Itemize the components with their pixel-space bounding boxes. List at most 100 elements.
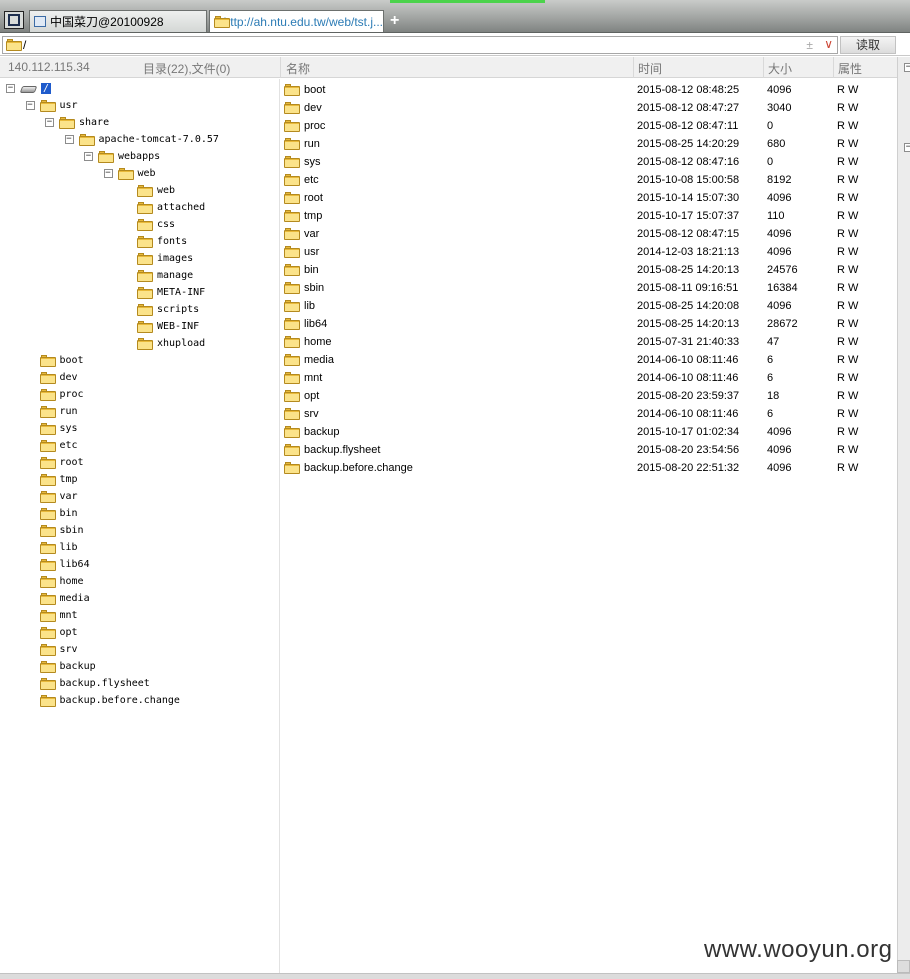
tree-node-label[interactable]: apache-tomcat-7.0.57 [99, 134, 219, 145]
tree-node[interactable]: srv [39, 641, 78, 658]
tree-node-label[interactable]: run [60, 406, 78, 417]
column-size[interactable]: 大小 [768, 60, 792, 77]
read-button[interactable]: 读取 [840, 36, 896, 54]
tree-node[interactable]: media [39, 590, 90, 607]
tree-node[interactable]: lib [39, 539, 78, 556]
file-row[interactable]: run 2015-08-25 14:20:29 680 R W [281, 135, 897, 153]
tree-node[interactable]: etc [39, 437, 78, 454]
tree-node-label[interactable]: boot [60, 355, 84, 366]
tree-node-label[interactable]: META-INF [157, 287, 205, 298]
file-row[interactable]: dev 2015-08-12 08:47:27 3040 R W [281, 99, 897, 117]
tree-node-label[interactable]: css [157, 219, 175, 230]
file-row[interactable]: root 2015-10-14 15:07:30 4096 R W [281, 189, 897, 207]
file-row[interactable]: tmp 2015-10-17 15:07:37 110 R W [281, 207, 897, 225]
file-row[interactable]: var 2015-08-12 08:47:15 4096 R W [281, 225, 897, 243]
file-row[interactable]: srv 2014-06-10 08:11:46 6 R W [281, 405, 897, 423]
tree-node-label[interactable]: backup [60, 661, 96, 672]
file-row[interactable]: bin 2015-08-25 14:20:13 24576 R W [281, 261, 897, 279]
tree-node[interactable]: scripts [137, 301, 199, 318]
tree-node-label[interactable]: attached [157, 202, 205, 213]
tree-node[interactable]: xhupload [137, 335, 205, 352]
tree-node-label[interactable]: web [138, 168, 156, 179]
file-row[interactable]: opt 2015-08-20 23:59:37 18 R W [281, 387, 897, 405]
tree-node[interactable]: run [39, 403, 78, 420]
tree-node[interactable]: var [39, 488, 78, 505]
tree-node-label[interactable]: proc [60, 389, 84, 400]
tree-node-label[interactable]: dev [60, 372, 78, 383]
tree-node[interactable]: tmp [39, 471, 78, 488]
tree-node[interactable]: − / [6, 80, 52, 97]
tree-node[interactable]: fonts [137, 233, 187, 250]
file-row[interactable]: media 2014-06-10 08:11:46 6 R W [281, 351, 897, 369]
tab-file-manager[interactable]: http://ah.ntu.edu.tw/web/tst.j... [209, 10, 384, 32]
tree-node[interactable]: manage [137, 267, 193, 284]
tree-node[interactable]: dev [39, 369, 78, 386]
column-divider[interactable] [763, 57, 764, 78]
tree-node-label[interactable]: sbin [60, 525, 84, 536]
column-divider[interactable] [280, 57, 281, 78]
tree-node-label[interactable]: xhupload [157, 338, 205, 349]
tree-node-label[interactable]: scripts [157, 304, 199, 315]
tree-node-label[interactable]: var [60, 491, 78, 502]
file-row[interactable]: mnt 2014-06-10 08:11:46 6 R W [281, 369, 897, 387]
file-row[interactable]: sys 2015-08-12 08:47:16 0 R W [281, 153, 897, 171]
app-menu-button[interactable] [4, 11, 24, 29]
file-row[interactable]: boot 2015-08-12 08:48:25 4096 R W [281, 81, 897, 99]
tab-main[interactable]: 中国菜刀@20100928 [29, 10, 207, 32]
tree-node[interactable]: backup [39, 658, 96, 675]
new-tab-button[interactable]: + [390, 12, 399, 30]
tree-node-label[interactable]: fonts [157, 236, 187, 247]
tree-node-label[interactable]: webapps [118, 151, 160, 162]
tree-node-label[interactable]: backup.flysheet [60, 678, 150, 689]
tree-node[interactable]: css [137, 216, 175, 233]
collapse-toggle[interactable]: − [904, 143, 910, 152]
tree-collapse-toggle[interactable]: − [45, 118, 54, 127]
scrollbar-corner[interactable] [897, 960, 910, 973]
tree-node-label[interactable]: opt [60, 627, 78, 638]
path-input[interactable]: / ± ∨ [2, 36, 838, 54]
file-row[interactable]: usr 2014-12-03 18:21:13 4096 R W [281, 243, 897, 261]
tree-node-label[interactable]: manage [157, 270, 193, 281]
tree-node[interactable]: lib64 [39, 556, 90, 573]
file-row[interactable]: home 2015-07-31 21:40:33 47 R W [281, 333, 897, 351]
tree-node[interactable]: backup.before.change [39, 692, 180, 709]
tree-node[interactable]: mnt [39, 607, 78, 624]
file-row[interactable]: backup.flysheet 2015-08-20 23:54:56 4096 R … [281, 441, 897, 459]
tree-node[interactable]: web [137, 182, 175, 199]
tree-node[interactable]: sbin [39, 522, 84, 539]
tree-node[interactable]: sys [39, 420, 78, 437]
tree-node-label[interactable]: etc [60, 440, 78, 451]
file-row[interactable]: backup.before.change 2015-08-20 22:51:32 4… [281, 459, 897, 477]
file-row[interactable]: sbin 2015-08-11 09:16:51 16384 R W [281, 279, 897, 297]
tree-node-label[interactable]: tmp [60, 474, 78, 485]
chevron-down-icon[interactable]: ∨ [824, 37, 833, 51]
tree-node-label[interactable]: bin [60, 508, 78, 519]
tree-node-label[interactable]: usr [60, 100, 78, 111]
file-row[interactable]: lib64 2015-08-25 14:20:13 28672 R W [281, 315, 897, 333]
tree-node[interactable]: − web [103, 165, 156, 182]
tree-node[interactable]: − webapps [84, 148, 160, 165]
tree-node-label[interactable]: home [60, 576, 84, 587]
tree-node[interactable]: − apache-tomcat-7.0.57 [64, 131, 219, 148]
file-row[interactable]: proc 2015-08-12 08:47:11 0 R W [281, 117, 897, 135]
bookmark-icon[interactable]: ± [806, 38, 813, 52]
tree-node[interactable]: backup.flysheet [39, 675, 150, 692]
tree-node[interactable]: META-INF [137, 284, 205, 301]
tree-collapse-toggle[interactable]: − [25, 101, 35, 110]
tree-collapse-toggle[interactable]: − [103, 169, 113, 178]
column-time[interactable]: 时间 [638, 60, 662, 77]
tree-node-label[interactable]: backup.before.change [60, 695, 180, 706]
tree-node-label[interactable]: mnt [60, 610, 78, 621]
file-row[interactable]: etc 2015-10-08 15:00:58 8192 R W [281, 171, 897, 189]
tree-node[interactable]: home [39, 573, 84, 590]
tree-node[interactable]: bin [39, 505, 78, 522]
tree-node-label[interactable]: images [157, 253, 193, 264]
file-row[interactable]: backup 2015-10-17 01:02:34 4096 R W [281, 423, 897, 441]
file-row[interactable]: lib 2015-08-25 14:20:08 4096 R W [281, 297, 897, 315]
tree-node[interactable]: WEB-INF [137, 318, 199, 335]
tree-node-label[interactable]: media [60, 593, 90, 604]
tree-node[interactable]: opt [39, 624, 78, 641]
tree-node[interactable]: proc [39, 386, 84, 403]
tree-node-label[interactable]: / [41, 83, 52, 94]
tree-node-label[interactable]: lib64 [60, 559, 90, 570]
